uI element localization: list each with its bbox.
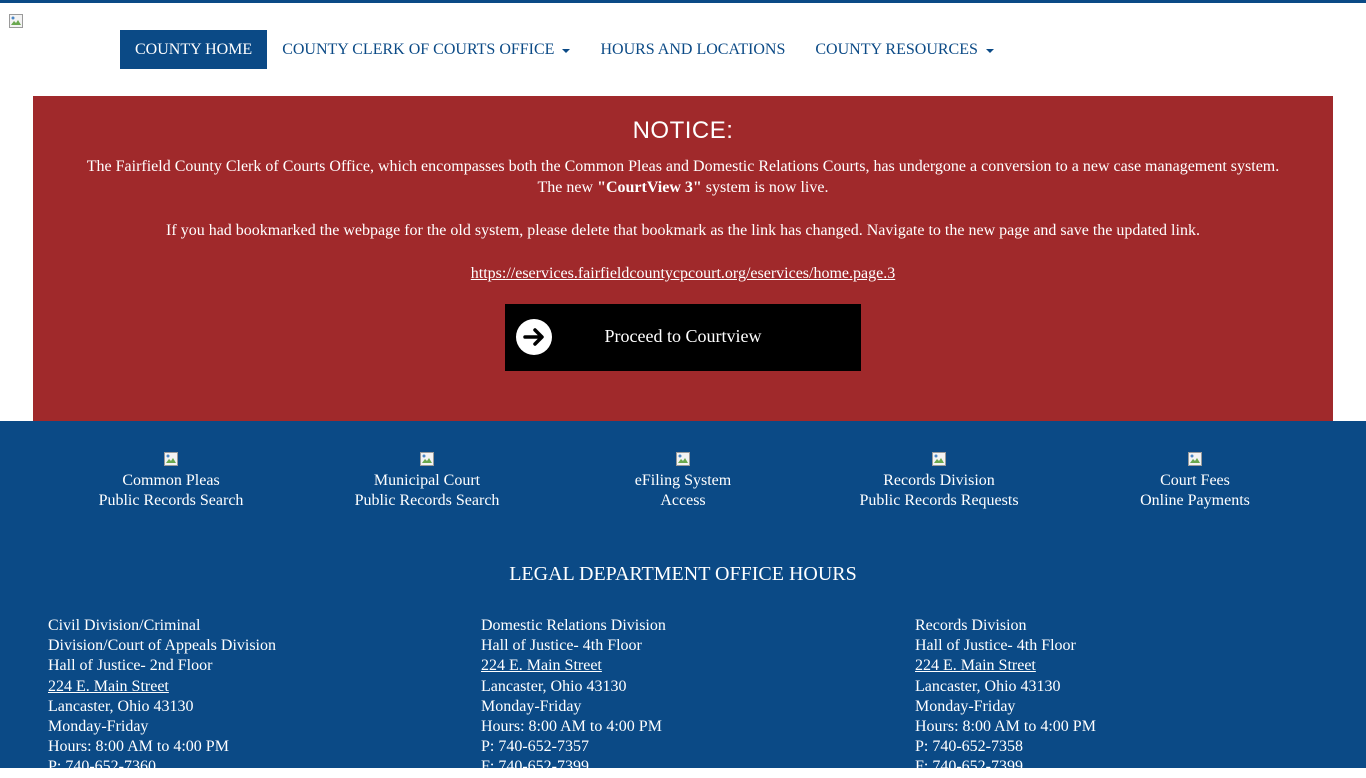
courtview-url-link[interactable]: https://eservices.fairfieldcountycpcourt… [471, 265, 895, 282]
hours-line: Hours: 8:00 AM to 4:00 PM [915, 718, 1096, 736]
nav-label: COUNTY HOME [135, 40, 253, 58]
nav-label: COUNTY CLERK OF COURTS OFFICE [282, 40, 555, 58]
notice-banner: NOTICE: The Fairfield County Clerk of Co… [33, 96, 1333, 421]
street-address-link[interactable]: 224 E. Main Street [48, 678, 169, 695]
quick-link-records-requests[interactable]: Records Division Public Records Requests [819, 451, 1059, 511]
hours-line: Monday-Friday [481, 697, 582, 715]
proceed-to-courtview-button[interactable]: Proceed to Courtview [505, 304, 861, 371]
hours-line: Monday-Friday [915, 697, 1016, 715]
hours-line: Hours: 8:00 AM to 4:00 PM [48, 738, 229, 756]
hours-line: Lancaster, Ohio 43130 [48, 697, 194, 715]
hours-column-civil-criminal: Civil Division/Criminal Division/Court o… [48, 616, 276, 778]
hours-column-domestic-relations: Domestic Relations Division Hall of Just… [481, 616, 666, 778]
hours-line: Hours: 8:00 AM to 4:00 PM [481, 718, 662, 736]
hours-line: Hall of Justice- 4th Floor [915, 637, 1076, 655]
hours-line: Lancaster, Ohio 43130 [915, 677, 1061, 695]
top-border [0, 0, 1366, 3]
quick-link-title: eFiling System [634, 472, 732, 489]
street-address-link[interactable]: 224 E. Main Street [915, 657, 1036, 674]
broken-image-icon [675, 451, 691, 467]
caret-down-icon [985, 48, 994, 53]
caret-down-icon [562, 48, 571, 53]
quick-link-subtitle: Online Payments [1140, 492, 1250, 509]
nav-county-home[interactable]: COUNTY HOME [120, 30, 268, 69]
quick-link-common-pleas-search[interactable]: Common Pleas Public Records Search [51, 451, 291, 511]
hours-line: Division/Court of Appeals Division [48, 637, 276, 655]
hours-column-records-division: Records Division Hall of Justice- 4th Fl… [915, 616, 1096, 778]
hours-line: P: 740-652-7357 [481, 738, 589, 756]
quick-link-efiling-access[interactable]: eFiling System Access [563, 451, 803, 511]
street-address-link[interactable]: 224 E. Main Street [481, 657, 602, 674]
broken-image-icon [419, 451, 435, 467]
quick-link-title: Court Fees [1160, 472, 1230, 489]
quick-link-title: Municipal Court [373, 472, 481, 489]
services-and-hours-section: Common Pleas Public Records Search Munic… [0, 421, 1366, 775]
quick-link-municipal-court-search[interactable]: Municipal Court Public Records Search [307, 451, 547, 511]
hours-line: Monday-Friday [48, 718, 149, 736]
main-nav: COUNTY HOME COUNTY CLERK OF COURTS OFFIC… [120, 30, 1009, 69]
notice-paragraph-conversion: The Fairfield County Clerk of Courts Off… [73, 156, 1293, 198]
broken-image-icon [1187, 451, 1203, 467]
notice-paragraph-link: https://eservices.fairfieldcountycpcourt… [73, 263, 1293, 284]
quick-link-subtitle: Access [660, 492, 706, 509]
notice-paragraph-bookmark: If you had bookmarked the webpage for th… [166, 222, 1200, 239]
hours-line: Lancaster, Ohio 43130 [481, 677, 627, 695]
quick-link-court-fees-payments[interactable]: Court Fees Online Payments [1075, 451, 1315, 511]
quick-link-subtitle: Public Records Requests [859, 492, 1019, 509]
nav-clerk-of-courts-dropdown[interactable]: COUNTY CLERK OF COURTS OFFICE [267, 30, 585, 69]
notice-text: system is now live. [701, 179, 829, 196]
quick-link-title: Records Division [883, 472, 995, 489]
nav-hours-and-locations[interactable]: HOURS AND LOCATIONS [585, 30, 800, 69]
nav-label: COUNTY RESOURCES [815, 40, 978, 58]
quick-link-title: Common Pleas [122, 472, 220, 489]
notice-title: NOTICE: [632, 117, 734, 144]
hours-line: Civil Division/Criminal [48, 617, 201, 634]
hours-line: Records Division [915, 617, 1027, 634]
nav-label: HOURS AND LOCATIONS [600, 40, 786, 58]
site-logo-broken-image-icon[interactable] [8, 13, 24, 29]
hours-line: Hall of Justice- 2nd Floor [48, 657, 213, 675]
nav-county-resources-dropdown[interactable]: COUNTY RESOURCES [800, 30, 1009, 69]
broken-image-icon [931, 451, 947, 467]
hours-line: Domestic Relations Division [481, 617, 666, 634]
quick-link-subtitle: Public Records Search [354, 492, 500, 509]
office-hours-heading: LEGAL DEPARTMENT OFFICE HOURS [509, 563, 857, 585]
courtview-name: "CourtView 3" [597, 179, 702, 196]
broken-image-icon [163, 451, 179, 467]
hours-line: Hall of Justice- 4th Floor [481, 637, 642, 655]
hours-line: P: 740-652-7358 [915, 738, 1023, 756]
proceed-button-label: Proceed to Courtview [604, 326, 762, 346]
quick-link-subtitle: Public Records Search [98, 492, 244, 509]
